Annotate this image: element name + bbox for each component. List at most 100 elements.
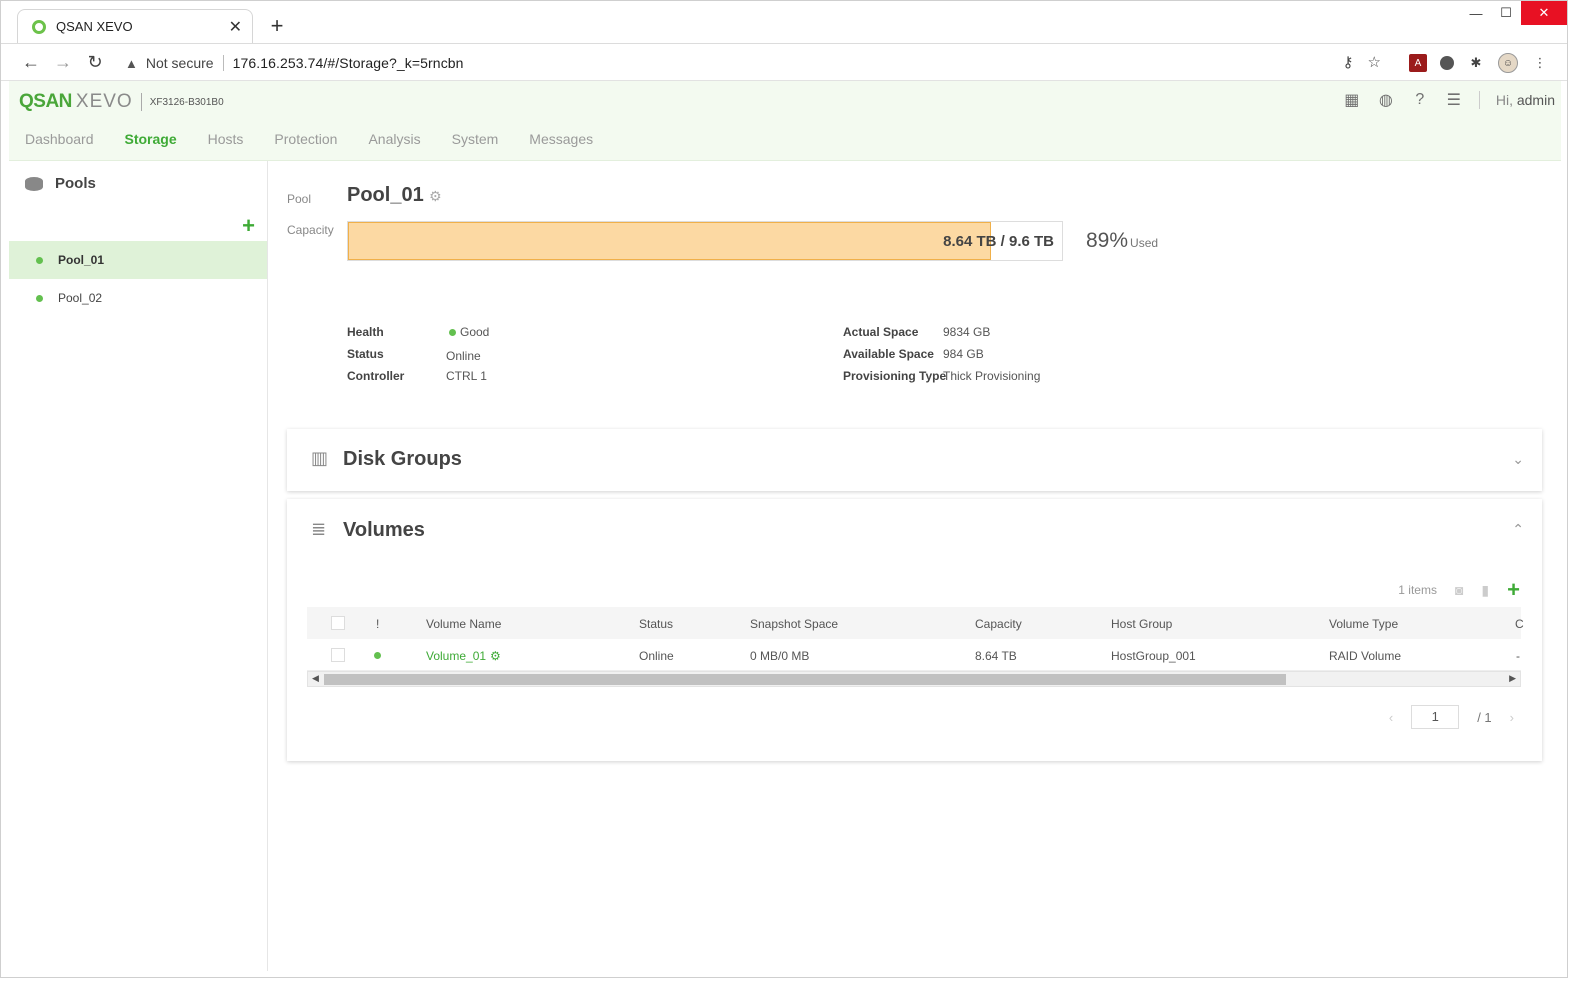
chevron-up-icon[interactable]: ⌃ xyxy=(1512,521,1524,538)
scroll-right-arrow-icon[interactable]: ▶ xyxy=(1509,673,1516,684)
pdf-extension-icon[interactable]: A xyxy=(1409,54,1427,72)
disk-groups-panel[interactable]: ▥ Disk Groups ⌄ xyxy=(287,429,1542,491)
tab-strip: QSAN XEVO ✕ + — ☐ ✕ xyxy=(1,1,1567,43)
pool-status-dot xyxy=(36,256,43,264)
new-tab-plus-icon[interactable]: + xyxy=(267,13,287,39)
tab-hosts[interactable]: Hosts xyxy=(208,131,244,147)
col-status[interactable]: Status xyxy=(639,617,673,631)
pool-field-label: Pool xyxy=(287,192,312,206)
header-tools: ▦ ◍ ? ☰ Hi, admin xyxy=(1343,91,1555,109)
window-controls: — ☐ ✕ xyxy=(1461,1,1567,27)
close-tab-icon[interactable]: ✕ xyxy=(229,17,242,37)
pool-settings-gear-icon[interactable]: ⚙ xyxy=(429,188,442,205)
tab-system[interactable]: System xyxy=(452,131,499,147)
omnibox-divider xyxy=(222,55,224,71)
kebab-menu-icon[interactable]: ⋮ xyxy=(1531,54,1549,72)
volume-snapshot-cell: 0 MB/0 MB xyxy=(750,649,810,663)
items-count: 1 items xyxy=(1398,583,1437,597)
database-icon xyxy=(25,176,43,191)
pool-status-dot xyxy=(36,294,43,302)
controller-value: CTRL 1 xyxy=(446,369,487,383)
delete-trash-icon[interactable]: ▮ xyxy=(1481,582,1489,599)
logo-qsan: QSAN xyxy=(19,91,72,112)
sidebar-item-pool-02[interactable]: Pool_02 xyxy=(9,279,267,317)
col-host-group[interactable]: Host Group xyxy=(1111,617,1172,631)
globe-language-icon[interactable]: ◍ xyxy=(1377,91,1395,109)
tab-title: QSAN XEVO xyxy=(56,19,133,34)
address-bar[interactable]: ▲ Not secure 176.16.253.74/#/Storage?_k=… xyxy=(119,49,1393,77)
table-row[interactable]: Volume_01 ⚙ Online 0 MB/0 MB 8.64 TB Host… xyxy=(307,639,1521,671)
row-checkbox[interactable] xyxy=(331,648,345,662)
tab-messages[interactable]: Messages xyxy=(529,131,593,147)
maximize-icon[interactable]: ☐ xyxy=(1491,1,1521,25)
snapshot-camera-icon[interactable]: ◙ xyxy=(1455,582,1463,598)
col-truncated[interactable]: C xyxy=(1515,617,1524,631)
volume-name-link[interactable]: Volume_01 xyxy=(426,649,486,663)
volume-gear-icon[interactable]: ⚙ xyxy=(490,649,501,663)
help-question-icon[interactable]: ? xyxy=(1411,91,1429,109)
volume-table-tools: 1 items ◙ ▮ + xyxy=(1398,577,1520,603)
profile-avatar-icon[interactable]: ☺ xyxy=(1498,53,1518,73)
col-alert[interactable]: ! xyxy=(376,617,379,631)
volume-status-dot xyxy=(374,652,381,659)
select-all-checkbox[interactable] xyxy=(331,616,345,630)
star-bookmark-icon[interactable]: ☆ xyxy=(1368,53,1381,71)
volumes-title: Volumes xyxy=(343,519,425,541)
table-header: ! Volume Name Status Snapshot Space Capa… xyxy=(307,607,1524,639)
col-snapshot-space[interactable]: Snapshot Space xyxy=(750,617,838,631)
minimize-icon[interactable]: — xyxy=(1461,1,1491,25)
window-close-icon[interactable]: ✕ xyxy=(1521,1,1567,25)
tab-storage[interactable]: Storage xyxy=(125,131,177,147)
reload-icon[interactable]: ↻ xyxy=(79,52,111,73)
scroll-left-arrow-icon[interactable]: ◀ xyxy=(312,673,319,684)
col-volume-name[interactable]: Volume Name xyxy=(426,617,501,631)
col-volume-type[interactable]: Volume Type xyxy=(1329,617,1398,631)
next-page-chevron-icon[interactable]: › xyxy=(1510,710,1514,725)
disk-groups-icon: ▥ xyxy=(311,448,329,468)
add-pool-plus-icon[interactable]: + xyxy=(242,213,255,239)
add-volume-plus-icon[interactable]: + xyxy=(1507,577,1520,603)
omnibox-actions: ⚷ ☆ xyxy=(1343,53,1381,71)
model-number: XF3126-B301B0 xyxy=(149,96,224,108)
browser-toolbar: ← → ↻ ▲ Not secure 176.16.253.74/#/Stora… xyxy=(1,43,1567,81)
available-space-key: Available Space xyxy=(843,347,934,361)
page-total: / 1 xyxy=(1477,709,1492,725)
app-header: QSAN XEVO XF3126-B301B0 ▦ ◍ ? ☰ Hi, admi… xyxy=(9,81,1561,161)
chevron-down-icon[interactable]: ⌄ xyxy=(1512,451,1524,468)
controller-key: Controller xyxy=(347,369,405,383)
key-icon[interactable]: ⚷ xyxy=(1343,53,1354,71)
user-greeting[interactable]: Hi, admin xyxy=(1496,92,1555,108)
capacity-bar-fill xyxy=(348,222,991,260)
actual-space-value: 9834 GB xyxy=(943,325,991,339)
network-icon[interactable]: ☰ xyxy=(1445,91,1463,109)
url-text[interactable]: 176.16.253.74/#/Storage?_k=5rncbn xyxy=(233,55,464,71)
volume-status-cell: Online xyxy=(639,649,674,663)
forward-arrow-icon[interactable]: → xyxy=(47,52,79,73)
tab-protection[interactable]: Protection xyxy=(274,131,337,147)
qsan-xevo-logo[interactable]: QSAN XEVO XF3126-B301B0 xyxy=(19,91,224,113)
health-good-dot-icon xyxy=(449,329,456,337)
browser-tab[interactable]: QSAN XEVO ✕ xyxy=(17,9,253,43)
logo-xevo: XEVO xyxy=(75,91,133,112)
col-capacity[interactable]: Capacity xyxy=(975,617,1022,631)
tab-analysis[interactable]: Analysis xyxy=(368,131,420,147)
puzzle-extensions-icon[interactable]: ✱ xyxy=(1467,54,1485,72)
prev-page-chevron-icon[interactable]: ‹ xyxy=(1389,710,1393,725)
extension-icons: A ✱ ☺ ⋮ xyxy=(1409,53,1549,73)
circle-extension-icon[interactable] xyxy=(1440,56,1454,70)
page-number-input[interactable]: 1 xyxy=(1411,705,1460,729)
qsan-favicon-icon xyxy=(32,19,46,34)
horizontal-scrollbar[interactable]: ◀ ▶ xyxy=(307,671,1521,687)
provisioning-value: Thick Provisioning xyxy=(943,369,1041,383)
scrollbar-thumb[interactable] xyxy=(324,674,1286,685)
volume-name-cell[interactable]: Volume_01 ⚙ xyxy=(426,649,501,663)
sidebar-item-pool-01[interactable]: Pool_01 xyxy=(9,241,267,279)
available-space-value: 984 GB xyxy=(943,347,984,361)
grid-apps-icon[interactable]: ▦ xyxy=(1343,91,1361,109)
tab-dashboard[interactable]: Dashboard xyxy=(25,131,94,147)
back-arrow-icon[interactable]: ← xyxy=(15,52,47,73)
used-unit: % xyxy=(1109,229,1129,252)
health-key: Health xyxy=(347,325,384,339)
main-nav: Dashboard Storage Hosts Protection Analy… xyxy=(25,131,593,147)
pools-sidebar: Pools + Pool_01 Pool_02 xyxy=(9,161,268,971)
